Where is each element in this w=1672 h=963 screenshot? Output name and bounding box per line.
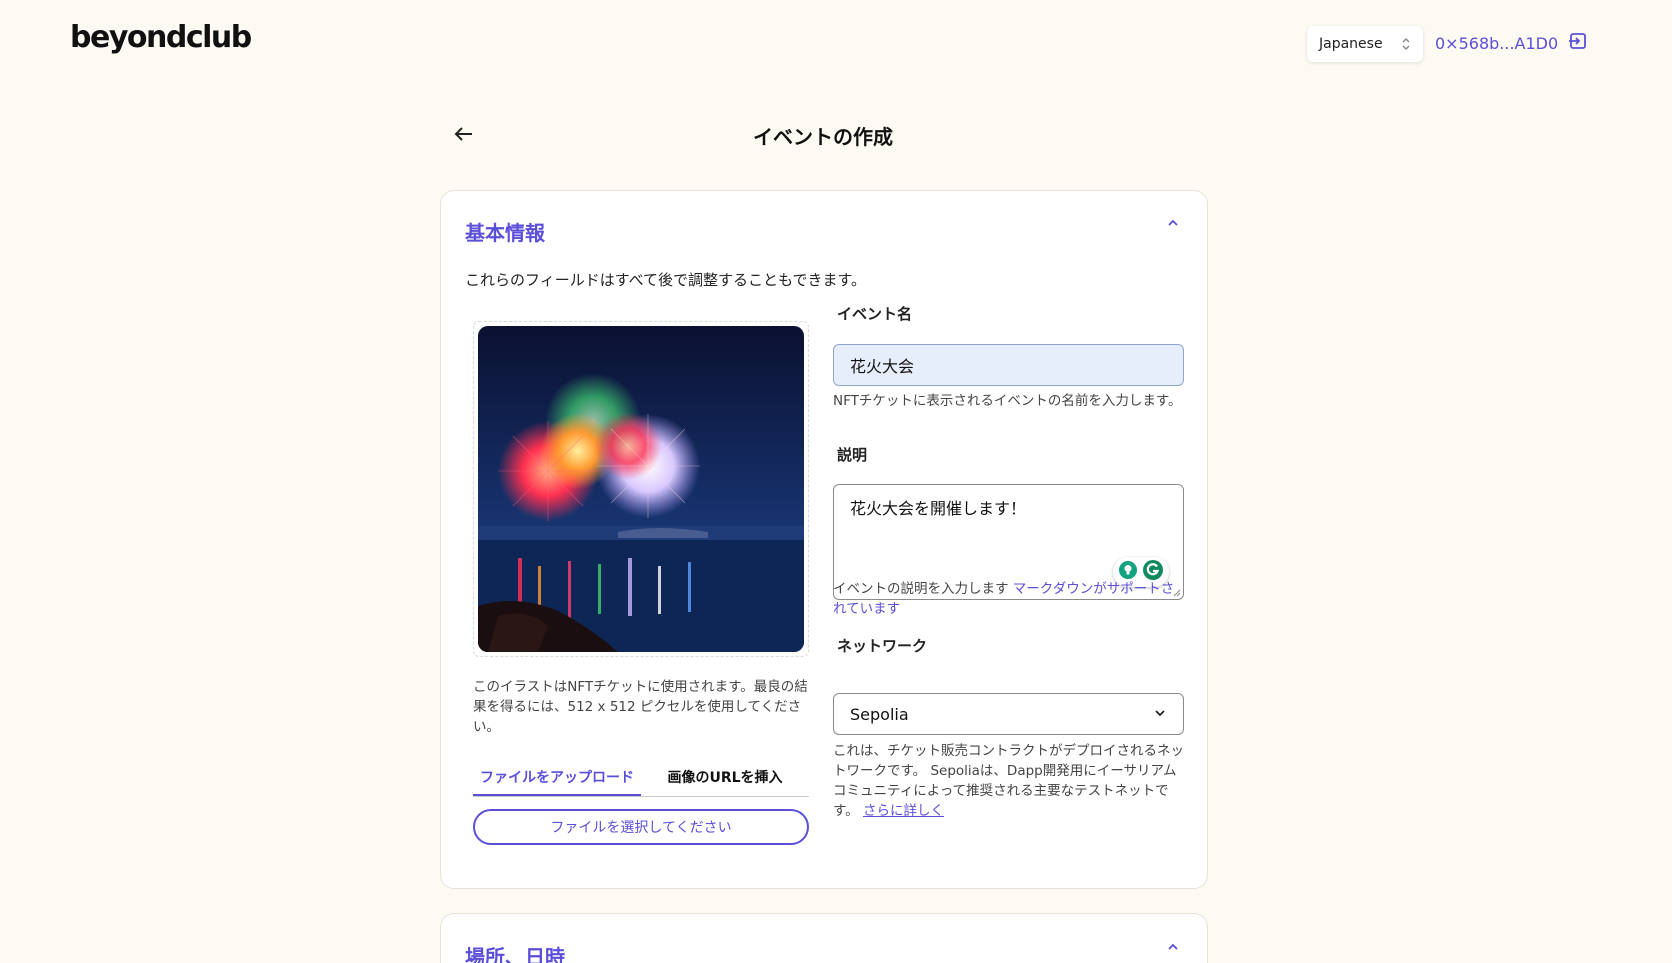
event-name-label: イベント名 (837, 305, 913, 323)
event-name-help: NFTチケットに表示されるイベントの名前を入力します。 (833, 393, 1182, 409)
description-help-text: イベントの説明を入力します (833, 581, 1009, 597)
event-name-value: 花火大会 (850, 357, 915, 376)
language-select[interactable]: Japanese (1307, 26, 1423, 62)
section-title: 基本情報 (465, 221, 545, 245)
image-dropzone[interactable] (473, 321, 809, 657)
description-value: 花火大会を開催します！ (850, 499, 1027, 518)
image-caption: このイラストはNFTチケットに使用されます。最良の結果を得るには、512 x 5… (473, 679, 808, 735)
wallet-account[interactable]: 0×568b...A1D0 (1435, 31, 1588, 55)
tab-upload-file[interactable]: ファイルをアップロード (473, 761, 641, 796)
network-select[interactable]: Sepolia (833, 693, 1184, 735)
chevron-down-icon (1153, 705, 1167, 724)
description-label: 説明 (837, 446, 868, 464)
event-name-input[interactable]: 花火大会 (833, 344, 1184, 386)
network-help: これは、チケット販売コントラクトがデプロイされるネットワークです。 Sepoli… (833, 741, 1185, 821)
fireworks-image (478, 326, 804, 652)
chevron-up-icon[interactable] (1165, 215, 1181, 231)
basic-info-section: 基本情報 これらのフィールドはすべて後で調整することもできます。 このイラストは… (440, 190, 1208, 889)
wallet-address[interactable]: 0×568b...A1D0 (1435, 34, 1558, 53)
choose-file-button[interactable]: ファイルを選択してください (473, 809, 809, 845)
chevron-up-down-icon (1401, 36, 1411, 52)
section-title: 場所、日時 (465, 945, 565, 963)
section-intro: これらのフィールドはすべて後で調整することもできます。 (465, 271, 866, 289)
network-label: ネットワーク (837, 637, 928, 655)
language-select-value: Japanese (1319, 36, 1383, 52)
learn-more-link[interactable]: さらに詳しく (863, 803, 944, 819)
network-select-value: Sepolia (850, 704, 909, 724)
location-datetime-section: 場所、日時 (440, 913, 1208, 963)
tab-insert-url[interactable]: 画像のURLを挿入 (641, 761, 809, 796)
image-source-tabs: ファイルをアップロード 画像のURLを挿入 (473, 761, 809, 797)
chevron-up-icon[interactable] (1165, 939, 1181, 955)
logout-icon[interactable] (1568, 31, 1588, 55)
page-title: イベントの作成 (753, 125, 893, 149)
description-help: イベントの説明を入力します マークダウンがサポートされています (833, 579, 1185, 619)
logo[interactable]: beyondclub (70, 20, 252, 55)
